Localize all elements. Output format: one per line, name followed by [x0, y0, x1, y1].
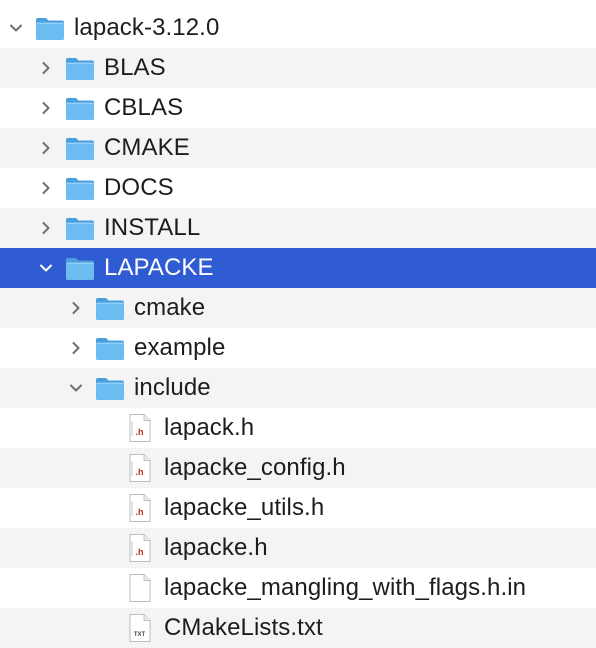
item-label: lapack-3.12.0: [74, 14, 220, 41]
h-badge-text: .h: [136, 547, 144, 557]
folder-icon: [64, 92, 96, 124]
text-file-icon: TXT: [124, 612, 156, 644]
folder-row-cblas[interactable]: CBLAS: [0, 88, 596, 128]
header-file-icon: .h: [124, 532, 156, 564]
folder-row-lapack-3-12-0[interactable]: lapack-3.12.0: [0, 8, 596, 48]
item-label: INSTALL: [104, 214, 201, 241]
txt-badge-text: TXT: [134, 632, 146, 638]
h-badge-text: .h: [136, 467, 144, 477]
chevron-right-icon[interactable]: [66, 298, 86, 318]
folder-icon: [64, 132, 96, 164]
item-label: LAPACKE: [104, 254, 214, 281]
item-label: include: [134, 374, 211, 401]
item-label: cmake: [134, 294, 206, 321]
chevron-right-icon[interactable]: [36, 58, 56, 78]
folder-icon: [64, 252, 96, 284]
chevron-right-icon[interactable]: [36, 138, 56, 158]
header-file-icon: .h: [124, 452, 156, 484]
folder-icon: [94, 372, 126, 404]
file-row-lapacke-h[interactable]: .h lapacke.h: [0, 528, 596, 568]
chevron-down-icon[interactable]: [66, 378, 86, 398]
file-row-lapack-h[interactable]: .h lapack.h: [0, 408, 596, 448]
folder-row-blas[interactable]: BLAS: [0, 48, 596, 88]
chevron-down-icon[interactable]: [36, 258, 56, 278]
chevron-right-icon[interactable]: [66, 338, 86, 358]
item-label: example: [134, 334, 226, 361]
item-label: lapacke_config.h: [164, 454, 346, 481]
chevron-right-icon[interactable]: [36, 218, 56, 238]
folder-row-example[interactable]: example: [0, 328, 596, 368]
folder-row-cmake[interactable]: cmake: [0, 288, 596, 328]
chevron-right-icon[interactable]: [36, 178, 56, 198]
item-label: CMakeLists.txt: [164, 614, 323, 641]
item-label: BLAS: [104, 54, 166, 81]
chevron-down-icon[interactable]: [6, 18, 26, 38]
chevron-right-icon[interactable]: [36, 98, 56, 118]
folder-row-include[interactable]: include: [0, 368, 596, 408]
item-label: lapacke_utils.h: [164, 494, 325, 521]
item-label: lapack.h: [164, 414, 255, 441]
item-label: DOCS: [104, 174, 174, 201]
folder-icon: [94, 332, 126, 364]
folder-icon: [64, 52, 96, 84]
file-row-cmakelists-txt[interactable]: TXT CMakeLists.txt: [0, 608, 596, 648]
folder-row-docs[interactable]: DOCS: [0, 168, 596, 208]
file-row-lapacke-utils-h[interactable]: .h lapacke_utils.h: [0, 488, 596, 528]
file-row-lapacke-mangling-with-flags-h-in[interactable]: lapacke_mangling_with_flags.h.in: [0, 568, 596, 608]
file-tree: lapack-3.12.0 BLAS CBLAS CMAKE DOCS INSTALL LA…: [0, 0, 596, 648]
header-file-icon: .h: [124, 412, 156, 444]
folder-icon: [94, 292, 126, 324]
h-badge-text: .h: [136, 507, 144, 517]
item-label: CBLAS: [104, 94, 184, 121]
h-badge-text: .h: [136, 427, 144, 437]
folder-row-install[interactable]: INSTALL: [0, 208, 596, 248]
item-label: lapacke.h: [164, 534, 268, 561]
folder-icon: [34, 12, 66, 44]
blank-file-icon: [124, 572, 156, 604]
folder-icon: [64, 212, 96, 244]
header-file-icon: .h: [124, 492, 156, 524]
folder-row-lapacke[interactable]: LAPACKE: [0, 248, 596, 288]
item-label: CMAKE: [104, 134, 190, 161]
folder-icon: [64, 172, 96, 204]
item-label: lapacke_mangling_with_flags.h.in: [164, 574, 527, 601]
folder-row-cmake[interactable]: CMAKE: [0, 128, 596, 168]
file-row-lapacke-config-h[interactable]: .h lapacke_config.h: [0, 448, 596, 488]
